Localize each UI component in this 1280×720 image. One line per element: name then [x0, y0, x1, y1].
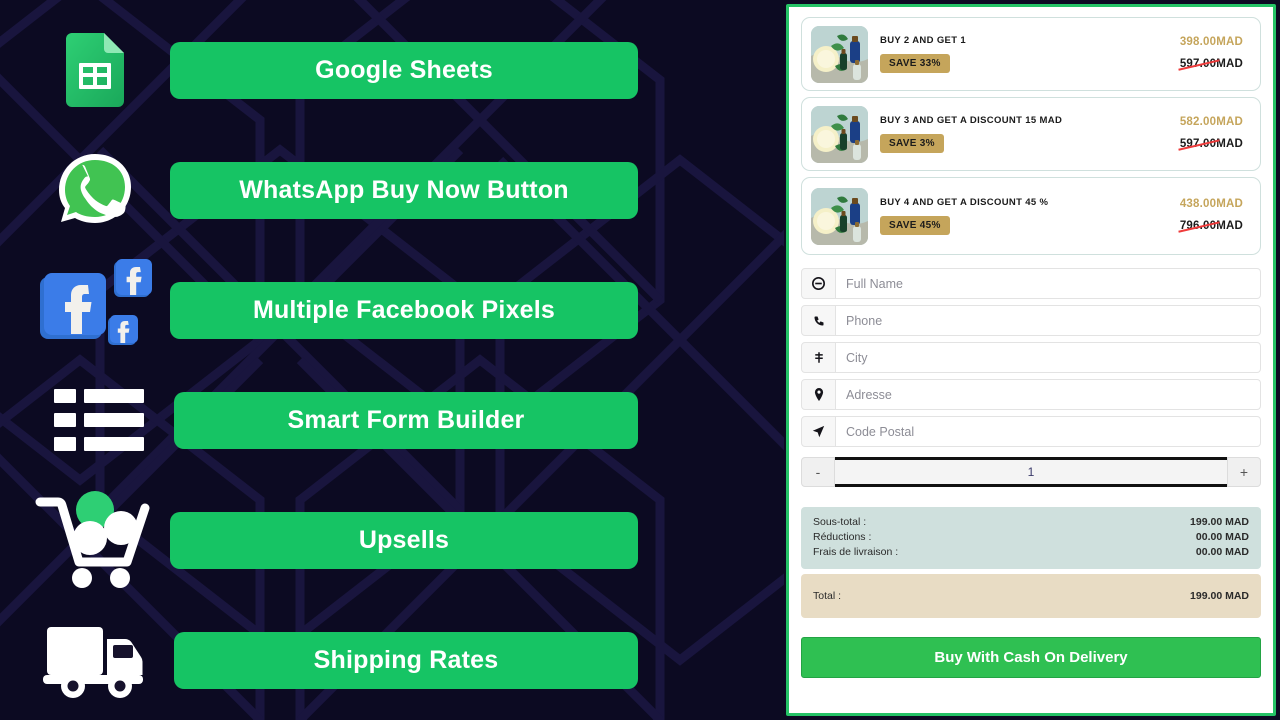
quantity-increment-button[interactable]: +: [1227, 457, 1261, 487]
offer-price-old: 597.00MAD: [1178, 58, 1243, 71]
checkout-panel: BUY 2 AND GET 1 SAVE 33% 398.00MAD 597.0…: [786, 4, 1276, 716]
offer-price-old: 597.00MAD: [1178, 138, 1243, 151]
feature-row-smart-form-builder: Smart Form Builder: [24, 370, 638, 470]
offer-pricing: 582.00MAD 597.00MAD: [1151, 116, 1251, 152]
offer-price-new: 438.00MAD: [1179, 198, 1243, 210]
save-badge: SAVE 33%: [880, 54, 950, 73]
facebook-pixels-icon: [40, 259, 152, 345]
facebook-icon-small: [108, 315, 138, 345]
summary-row-discounts: Réductions : 00.00 MAD: [813, 530, 1249, 545]
offer-price-new: 398.00MAD: [1179, 36, 1243, 48]
offer-details: BUY 4 AND GET A DISCOUNT 45 % SAVE 45%: [868, 197, 1151, 235]
save-badge: SAVE 45%: [880, 216, 950, 235]
feature-label: Smart Form Builder: [287, 405, 525, 434]
offer-list: BUY 2 AND GET 1 SAVE 33% 398.00MAD 597.0…: [801, 17, 1261, 255]
form-list-icon: [54, 389, 144, 451]
product-thumbnail: [811, 105, 868, 163]
offer-title: BUY 2 AND GET 1: [880, 35, 967, 46]
feature-row-shipping-rates: Shipping Rates: [24, 610, 638, 710]
city-input[interactable]: [836, 342, 1261, 373]
field-row-address: [801, 379, 1261, 410]
offer-price-new: 582.00MAD: [1179, 116, 1243, 128]
summary-amount: 00.00 MAD: [1195, 546, 1249, 558]
postal-code-input[interactable]: [836, 416, 1261, 447]
form-list-icon-slot: [24, 370, 174, 470]
grand-total-row: Total : 199.00 MAD: [801, 574, 1261, 618]
summary-label: Réductions :: [813, 531, 872, 543]
product-thumbnail: [811, 25, 868, 83]
feature-row-upsells: Upsells: [20, 490, 638, 590]
feature-label: WhatsApp Buy Now Button: [239, 175, 569, 204]
offer-title: BUY 3 AND GET A DISCOUNT 15 MAD: [880, 115, 1063, 126]
buy-cash-on-delivery-button[interactable]: Buy With Cash On Delivery: [801, 637, 1261, 678]
feature-row-whatsapp: WhatsApp Buy Now Button: [20, 140, 638, 240]
summary-amount: 00.00 MAD: [1195, 531, 1249, 543]
summary-amount: 199.00 MAD: [1190, 516, 1249, 528]
quantity-decrement-button[interactable]: -: [801, 457, 835, 487]
offer-title: BUY 4 AND GET A DISCOUNT 45 %: [880, 197, 1049, 208]
grand-total-amount: 199.00 MAD: [1190, 590, 1249, 602]
offer-details: BUY 2 AND GET 1 SAVE 33%: [868, 35, 1151, 73]
field-row-postal-code: [801, 416, 1261, 447]
feature-button-smart-form-builder[interactable]: Smart Form Builder: [174, 391, 638, 449]
summary-label: Sous-total :: [813, 516, 867, 528]
feature-button-google-sheets[interactable]: Google Sheets: [170, 41, 638, 99]
shopping-cart-icon: [35, 491, 150, 588]
whatsapp-icon-slot: [20, 140, 170, 240]
feature-label: Upsells: [358, 525, 450, 554]
facebook-pixels-icon-slot: [20, 259, 170, 360]
feature-button-whatsapp[interactable]: WhatsApp Buy Now Button: [170, 161, 638, 219]
navigation-arrow-icon: [801, 416, 836, 447]
summary-row-shipping: Frais de livraison : 00.00 MAD: [813, 545, 1249, 560]
offer-card[interactable]: BUY 4 AND GET A DISCOUNT 45 % SAVE 45% 4…: [801, 177, 1261, 255]
feature-button-upsells[interactable]: Upsells: [170, 511, 638, 569]
full-name-input[interactable]: [836, 268, 1261, 299]
delivery-truck-icon: [43, 627, 143, 698]
offer-price-old: 796.00MAD: [1178, 220, 1243, 233]
field-row-city: [801, 342, 1261, 373]
feature-button-shipping-rates[interactable]: Shipping Rates: [174, 631, 638, 689]
save-badge: SAVE 3%: [880, 134, 944, 153]
offer-card[interactable]: BUY 2 AND GET 1 SAVE 33% 398.00MAD 597.0…: [801, 17, 1261, 91]
feature-row-facebook-pixels: Multiple Facebook Pixels: [20, 259, 638, 360]
feature-row-google-sheets: Google Sheets: [20, 20, 638, 120]
summary-label: Frais de livraison :: [813, 546, 899, 558]
feature-label: Shipping Rates: [313, 645, 499, 674]
offer-details: BUY 3 AND GET A DISCOUNT 15 MAD SAVE 3%: [868, 115, 1151, 153]
offer-pricing: 398.00MAD 597.00MAD: [1151, 36, 1251, 72]
shopping-cart-icon-slot: [20, 490, 170, 590]
summary-row-subtotal: Sous-total : 199.00 MAD: [813, 515, 1249, 530]
user-icon: [801, 268, 836, 299]
offer-card[interactable]: BUY 3 AND GET A DISCOUNT 15 MAD SAVE 3% …: [801, 97, 1261, 171]
google-sheets-icon-slot: [20, 20, 170, 120]
field-row-phone: [801, 305, 1261, 336]
google-sheets-icon: [66, 33, 124, 107]
facebook-icon-medium: [114, 259, 152, 297]
delivery-truck-icon-slot: [24, 610, 174, 710]
address-input[interactable]: [836, 379, 1261, 410]
city-icon: [801, 342, 836, 373]
whatsapp-icon: [59, 154, 131, 223]
quantity-input[interactable]: [835, 457, 1227, 487]
feature-label: Multiple Facebook Pixels: [252, 295, 556, 324]
features-panel: Google Sheets WhatsApp Buy Now Button Mu…: [0, 0, 784, 720]
location-pin-icon: [801, 379, 836, 410]
facebook-icon-large: [40, 273, 106, 339]
checkout-form: - + Sous-total : 199.00 MAD Réductions :…: [801, 268, 1261, 678]
feature-button-facebook-pixels[interactable]: Multiple Facebook Pixels: [170, 281, 638, 339]
quantity-stepper: - +: [801, 457, 1261, 487]
subtotal-summary: Sous-total : 199.00 MAD Réductions : 00.…: [801, 507, 1261, 569]
phone-icon: [801, 305, 836, 336]
offer-pricing: 438.00MAD 796.00MAD: [1151, 198, 1251, 234]
field-row-full-name: [801, 268, 1261, 299]
grand-total-label: Total :: [813, 590, 842, 602]
phone-input[interactable]: [836, 305, 1261, 336]
product-thumbnail: [811, 187, 868, 245]
feature-label: Google Sheets: [315, 55, 493, 84]
